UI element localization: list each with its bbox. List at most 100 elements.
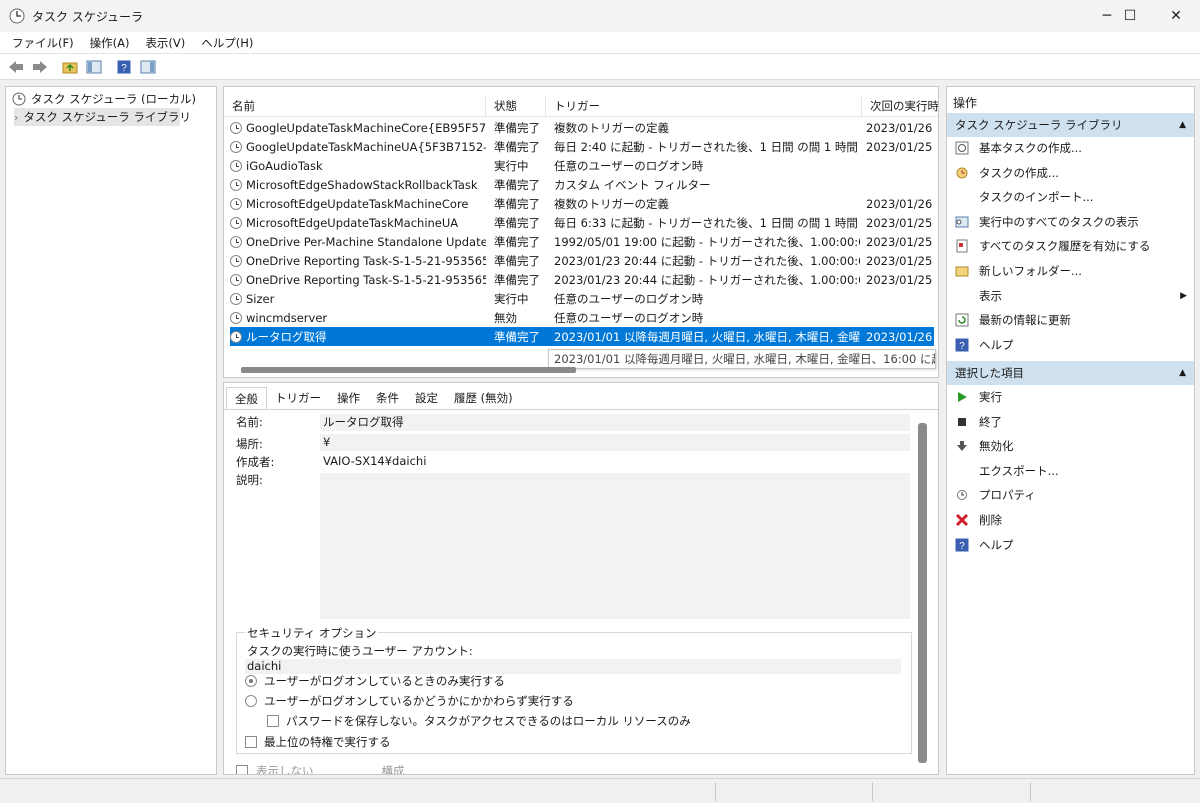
close-button[interactable]: ✕ — [1153, 0, 1199, 32]
action-item[interactable]: 最新の情報に更新 — [955, 309, 1187, 331]
action-item[interactable]: タスクのインポート... — [955, 186, 1187, 208]
action-item[interactable]: 新しいフォルダー... — [955, 260, 1187, 282]
account-field: daichi — [245, 659, 901, 674]
tab-triggers[interactable]: トリガー — [267, 387, 329, 409]
action-label: 新しいフォルダー... — [979, 264, 1082, 278]
action-item[interactable]: ? ヘルプ — [955, 334, 1187, 356]
create-task-icon — [955, 166, 969, 180]
task-trigger: 2023/01/23 20:44 に起動 - トリガーされた後、1.00:00:… — [554, 272, 860, 287]
task-name: GoogleUpdateTaskMachineCore{EB95F572-F..… — [246, 120, 486, 135]
task-trigger: 2023/01/23 20:44 に起動 - トリガーされた後、1.00:00:… — [554, 253, 860, 268]
up-folder-icon[interactable] — [60, 57, 80, 77]
tab-settings[interactable]: 設定 — [407, 387, 446, 409]
name-field[interactable]: ルータログ取得 — [320, 414, 910, 431]
task-row[interactable]: GoogleUpdateTaskMachineCore{EB95F572-F..… — [230, 118, 934, 137]
tab-general[interactable]: 全般 — [226, 387, 267, 409]
task-list: 名前 状態 トリガー 次回の実行時 GoogleUpdateTaskMachin… — [223, 86, 939, 378]
radio-logged-on-only[interactable] — [245, 675, 257, 687]
menu-help[interactable]: ヘルプ(H) — [193, 32, 261, 54]
tab-conditions[interactable]: 条件 — [368, 387, 407, 409]
checkbox-highest-privileges[interactable] — [245, 736, 257, 748]
radio-logged-on-only-label: ユーザーがログオンしているときのみ実行する — [264, 674, 505, 688]
back-arrow-icon[interactable] — [6, 57, 26, 77]
help-icon[interactable]: ? — [114, 57, 134, 77]
task-row[interactable]: iGoAudioTask 実行中 任意のユーザーのログオン時 — [230, 156, 934, 175]
clock-icon — [9, 8, 25, 24]
description-field[interactable] — [320, 473, 910, 619]
column-header-status[interactable]: 状態 — [486, 95, 546, 116]
chevron-right-icon[interactable]: › — [14, 111, 18, 124]
radio-whether-logged-on-label: ユーザーがログオンしているかどうかにかかわらず実行する — [264, 694, 574, 708]
action-item[interactable]: 削除 — [955, 509, 1187, 531]
svg-text:?: ? — [959, 341, 965, 352]
radio-whether-logged-on[interactable] — [245, 695, 257, 707]
task-clock-icon — [230, 121, 242, 134]
action-item[interactable]: 実行中のすべてのタスクの表示 — [955, 211, 1187, 233]
horizontal-scrollbar[interactable] — [241, 367, 576, 373]
menu-view[interactable]: 表示(V) — [137, 32, 193, 54]
new-folder-icon — [955, 264, 969, 278]
author-label: 作成者: — [236, 455, 275, 469]
task-trigger: 1992/05/01 19:00 に起動 - トリガーされた後、1.00:00:… — [554, 234, 860, 249]
location-field: ¥ — [320, 434, 910, 451]
task-status: 準備完了 — [494, 215, 540, 230]
task-row[interactable]: MicrosoftEdgeUpdateTaskMachineCore 準備完了 複数… — [230, 194, 934, 213]
collapse-icon[interactable]: ▲ — [1179, 368, 1186, 378]
task-row[interactable]: OneDrive Reporting Task-S-1-5-21-9535651… — [230, 251, 934, 270]
action-item[interactable]: すべてのタスク履歴を有効にする — [955, 235, 1187, 257]
tab-actions[interactable]: 操作 — [329, 387, 368, 409]
action-item[interactable]: エクスポート... — [955, 460, 1187, 482]
task-row[interactable]: ルータログ取得 準備完了 2023/01/01 以降毎週月曜日, 火曜日, 水曜日,… — [230, 327, 934, 346]
task-row[interactable]: OneDrive Per-Machine Standalone Update T… — [230, 232, 934, 251]
list-header: 名前 状態 トリガー 次回の実行時 — [224, 95, 938, 117]
checkbox-hidden[interactable] — [236, 765, 248, 774]
section-selected[interactable]: 選択した項目 ▲ — [947, 361, 1194, 385]
help-icon: ? — [955, 538, 969, 552]
svg-text:?: ? — [121, 63, 127, 74]
vertical-scrollbar[interactable] — [918, 423, 927, 763]
action-label: ヘルプ — [979, 537, 1014, 552]
tree-root[interactable]: タスク スケジューラ (ローカル) — [12, 90, 196, 108]
tab-history[interactable]: 履歴 (無効) — [446, 387, 521, 409]
collapse-icon[interactable]: ▲ — [1179, 120, 1186, 130]
task-name: Sizer — [246, 291, 275, 306]
action-label: 無効化 — [979, 439, 1014, 454]
task-row[interactable]: GoogleUpdateTaskMachineUA{5F3B7152-C1...… — [230, 137, 934, 156]
column-header-trigger[interactable]: トリガー — [546, 95, 862, 116]
forward-arrow-icon[interactable] — [30, 57, 50, 77]
action-label: 終了 — [979, 414, 1002, 429]
security-title: セキュリティ オプション — [245, 625, 379, 641]
action-label: 表示 — [979, 288, 1002, 303]
maximize-button[interactable]: ☐ — [1107, 0, 1153, 32]
action-item[interactable]: 無効化 — [955, 435, 1187, 457]
action-pane-icon[interactable] — [138, 57, 158, 77]
tree-library[interactable]: › タスク スケジューラ ライブラリ — [14, 108, 191, 126]
task-row[interactable]: MicrosoftEdgeUpdateTaskMachineUA 準備完了 毎日 6… — [230, 213, 934, 232]
section-library[interactable]: タスク スケジューラ ライブラリ ▲ — [947, 113, 1194, 137]
action-item[interactable]: 表示 ▶ — [955, 285, 1187, 307]
checkbox-no-password[interactable] — [267, 715, 279, 727]
task-row[interactable]: OneDrive Reporting Task-S-1-5-21-9535651… — [230, 270, 934, 289]
console-tree-icon[interactable] — [84, 57, 104, 77]
basic-task-icon — [955, 141, 969, 155]
column-header-name[interactable]: 名前 — [224, 95, 486, 116]
menu-file[interactable]: ファイル(F) — [4, 32, 82, 54]
action-item[interactable]: 基本タスクの作成... — [955, 137, 1187, 159]
action-item[interactable]: 実行 — [955, 386, 1187, 408]
column-header-next-run[interactable]: 次回の実行時 — [862, 95, 938, 116]
task-row[interactable]: Sizer 実行中 任意のユーザーのログオン時 — [230, 289, 934, 308]
action-item[interactable]: プロパティ — [955, 484, 1187, 506]
task-row[interactable]: wincmdserver 無効 任意のユーザーのログオン時 — [230, 308, 934, 327]
action-label: プロパティ — [979, 488, 1036, 503]
action-item[interactable]: タスクの作成... — [955, 162, 1187, 184]
checkbox-no-password-label: パスワードを保存しない。タスクがアクセスできるのはローカル リソースのみ — [286, 714, 691, 728]
task-next-run: 2023/01/25 1 — [866, 234, 934, 249]
task-row[interactable]: MicrosoftEdgeShadowStackRollbackTask 準備完了… — [230, 175, 934, 194]
action-item[interactable]: ? ヘルプ — [955, 534, 1187, 556]
action-item[interactable]: 終了 — [955, 411, 1187, 433]
task-status: 実行中 — [494, 158, 529, 173]
task-trigger: 複数のトリガーの定義 — [554, 196, 669, 211]
help-icon: ? — [955, 338, 969, 352]
section-selected-label: 選択した項目 — [955, 366, 1024, 380]
menu-action[interactable]: 操作(A) — [82, 32, 138, 54]
